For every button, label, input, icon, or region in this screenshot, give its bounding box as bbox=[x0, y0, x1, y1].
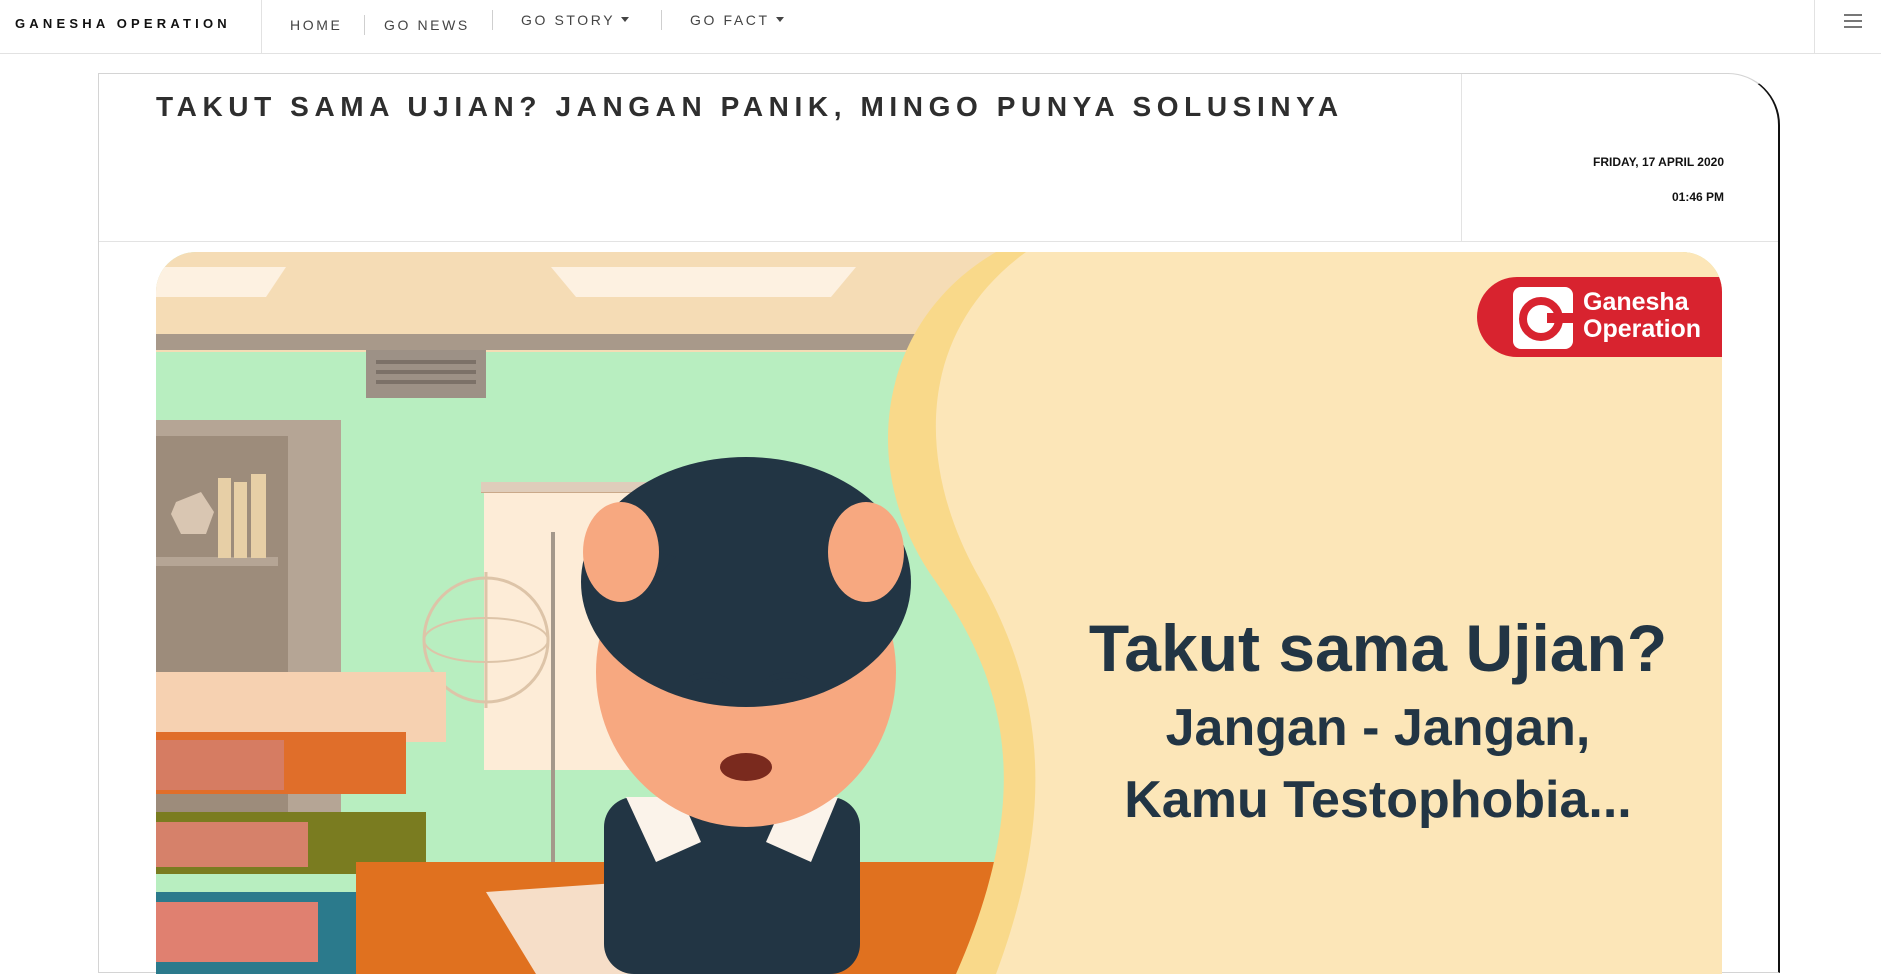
hero-heading: Takut sama Ujian? bbox=[1088, 611, 1668, 685]
caret-down-icon bbox=[621, 17, 630, 22]
nav-item-go-news[interactable]: GO NEWS bbox=[384, 17, 470, 33]
ganesha-operation-logo: Ganesha Operation bbox=[1477, 277, 1722, 357]
article-date: FRIDAY, 17 APRIL 2020 bbox=[1593, 155, 1724, 169]
nav-item-go-story-label: GO STORY bbox=[521, 12, 616, 28]
article-title: TAKUT SAMA UJIAN? JANGAN PANIK, MINGO PU… bbox=[156, 91, 1344, 122]
article-time: 01:46 PM bbox=[1671, 190, 1724, 204]
nav-item-go-fact[interactable]: GO FACT bbox=[690, 12, 784, 28]
header-column-divider bbox=[1461, 74, 1462, 241]
brand-divider bbox=[261, 0, 262, 54]
brand-logo-text[interactable]: GANESHA OPERATION bbox=[15, 16, 231, 31]
ganesha-g-icon bbox=[1513, 287, 1575, 349]
nav-separator bbox=[661, 10, 662, 30]
nav-separator bbox=[364, 15, 365, 35]
caret-down-icon bbox=[775, 17, 784, 22]
header-divider bbox=[99, 241, 1778, 242]
hero-subheading: Jangan - Jangan, Kamu Testophobia... bbox=[1124, 699, 1632, 829]
hero-illustration: Ganesha Operation Takut sama Ujian? Jang… bbox=[156, 252, 1722, 974]
top-navbar: GANESHA OPERATION HOME GO NEWS GO STORY … bbox=[0, 0, 1881, 54]
logo-text: Ganesha Operation bbox=[1583, 288, 1702, 343]
hamburger-icon[interactable] bbox=[1844, 14, 1862, 28]
nav-item-go-fact-label: GO FACT bbox=[690, 12, 770, 28]
article-card: TAKUT SAMA UJIAN? JANGAN PANIK, MINGO PU… bbox=[98, 73, 1780, 974]
nav-item-home[interactable]: HOME bbox=[290, 17, 342, 33]
nav-separator bbox=[492, 10, 493, 30]
menu-divider bbox=[1814, 0, 1815, 54]
nav-item-go-story[interactable]: GO STORY bbox=[521, 12, 630, 28]
